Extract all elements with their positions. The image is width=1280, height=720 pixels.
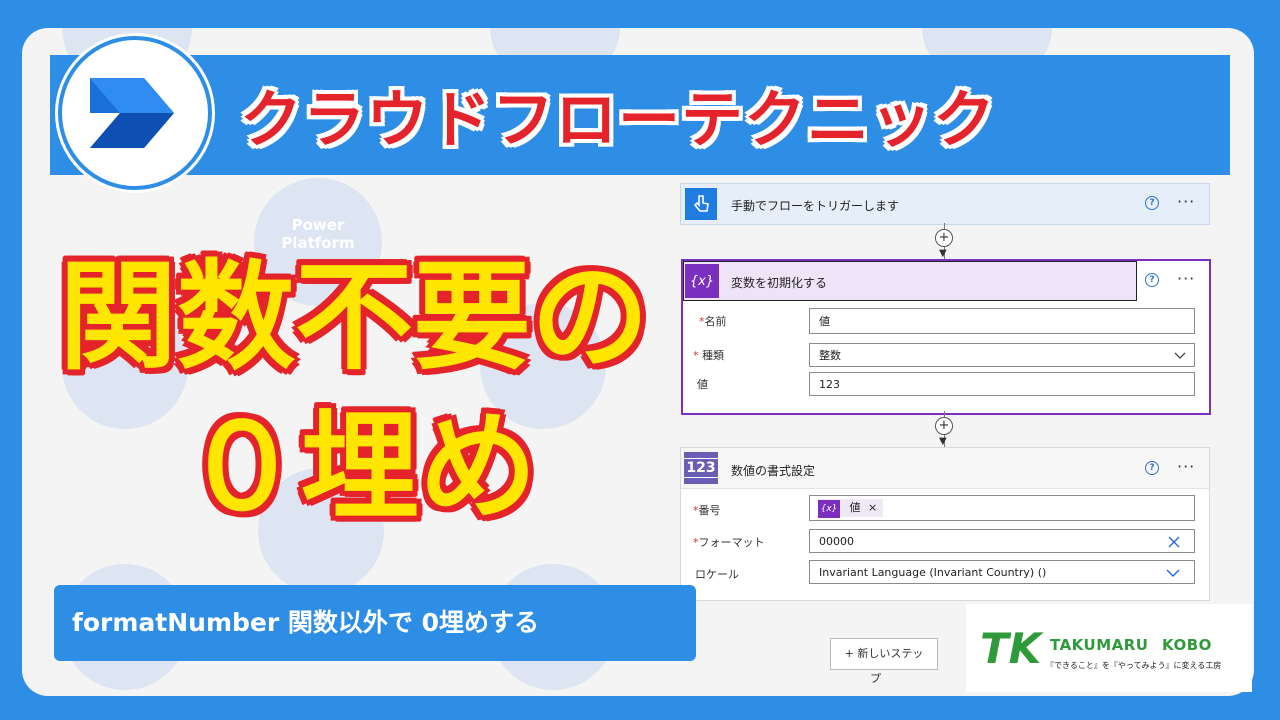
headline-line-1: 関数不要の bbox=[58, 248, 649, 386]
field-label-number: *番号 bbox=[693, 504, 721, 517]
add-step-icon[interactable]: + bbox=[935, 229, 953, 247]
chevron-down-icon bbox=[1166, 569, 1180, 577]
brand-logo-letters: TK bbox=[980, 624, 1042, 673]
add-step-icon[interactable]: + bbox=[935, 417, 953, 435]
help-icon[interactable]: ? bbox=[1145, 461, 1159, 475]
init-variable-title: 変数を初期化する bbox=[731, 276, 828, 290]
number-format-icon-text: 123 bbox=[683, 458, 719, 478]
connector-arrow-icon: ▼ bbox=[939, 436, 947, 447]
brand-logo-box: TK TAKUMARU KOBO 『できること』を『やってみよう』に変える工房 bbox=[966, 604, 1252, 692]
field-label-locale: ロケール bbox=[695, 568, 739, 581]
headline-line-2: ０埋め bbox=[182, 398, 537, 536]
more-options-icon[interactable]: ··· bbox=[1177, 457, 1195, 476]
variable-token-icon: {x} bbox=[818, 500, 840, 518]
init-variable-card[interactable]: {x} 変数を初期化する ? ··· *名前 値 * 種類 整数 値 123 bbox=[681, 259, 1211, 415]
number-format-icon: 123 bbox=[683, 452, 719, 484]
subtitle-banner: formatNumber 関数以外で 0埋めする bbox=[54, 585, 696, 661]
help-icon[interactable]: ? bbox=[1145, 273, 1159, 287]
connector-arrow-icon: ▼ bbox=[939, 248, 947, 259]
page-title: クラウドフローテクニック bbox=[240, 83, 997, 156]
new-step-button-wrap-text: プ bbox=[870, 672, 881, 685]
trigger-title: 手動でフローをトリガーします bbox=[731, 199, 900, 213]
bg-circle-text: Power bbox=[291, 216, 345, 234]
brand-name-1: TAKUMARU bbox=[1050, 636, 1149, 654]
variable-token[interactable]: {x} 値 × bbox=[818, 499, 884, 518]
format-number-title: 数値の書式設定 bbox=[731, 464, 816, 478]
variable-value-input[interactable]: 123 bbox=[809, 372, 1195, 396]
field-label-value: 値 bbox=[697, 378, 708, 391]
token-remove-icon[interactable]: × bbox=[868, 501, 877, 514]
variable-type-value: 整数 bbox=[819, 349, 841, 362]
brand-name-2: KOBO bbox=[1162, 636, 1212, 654]
format-value: 00000 bbox=[819, 535, 854, 548]
trigger-card[interactable]: 手動でフローをトリガーします ? ··· bbox=[680, 183, 1210, 225]
variable-icon: {x} bbox=[685, 264, 719, 298]
format-number-card[interactable]: 123 数値の書式設定 ? ··· *番号 {x} 値 × *フォーマット 00… bbox=[680, 447, 1210, 601]
locale-value: Invariant Language (Invariant Country) (… bbox=[819, 566, 1047, 579]
field-label-name: *名前 bbox=[699, 315, 727, 328]
chevron-down-icon bbox=[1174, 352, 1186, 359]
variable-token-label: 値 bbox=[849, 501, 861, 514]
clear-icon[interactable] bbox=[1168, 536, 1180, 548]
help-icon[interactable]: ? bbox=[1145, 196, 1159, 210]
field-label-format: *フォーマット bbox=[693, 536, 765, 549]
brand-tagline: 『できること』を『やってみよう』に変える工房 bbox=[1046, 661, 1222, 670]
variable-type-select[interactable]: 整数 bbox=[809, 343, 1195, 367]
new-step-button[interactable]: + 新しいステッ bbox=[830, 638, 938, 670]
power-automate-logo bbox=[58, 36, 212, 190]
variable-name-input[interactable]: 値 bbox=[809, 308, 1195, 334]
field-label-type: * 種類 bbox=[693, 349, 724, 362]
locale-select[interactable]: Invariant Language (Invariant Country) (… bbox=[809, 560, 1195, 584]
power-automate-icon bbox=[90, 78, 174, 148]
number-token-field[interactable]: {x} 値 × bbox=[809, 495, 1195, 521]
more-options-icon[interactable]: ··· bbox=[1177, 192, 1195, 211]
touch-icon bbox=[685, 188, 717, 220]
format-input[interactable]: 00000 bbox=[809, 529, 1195, 553]
more-options-icon[interactable]: ··· bbox=[1177, 269, 1195, 288]
